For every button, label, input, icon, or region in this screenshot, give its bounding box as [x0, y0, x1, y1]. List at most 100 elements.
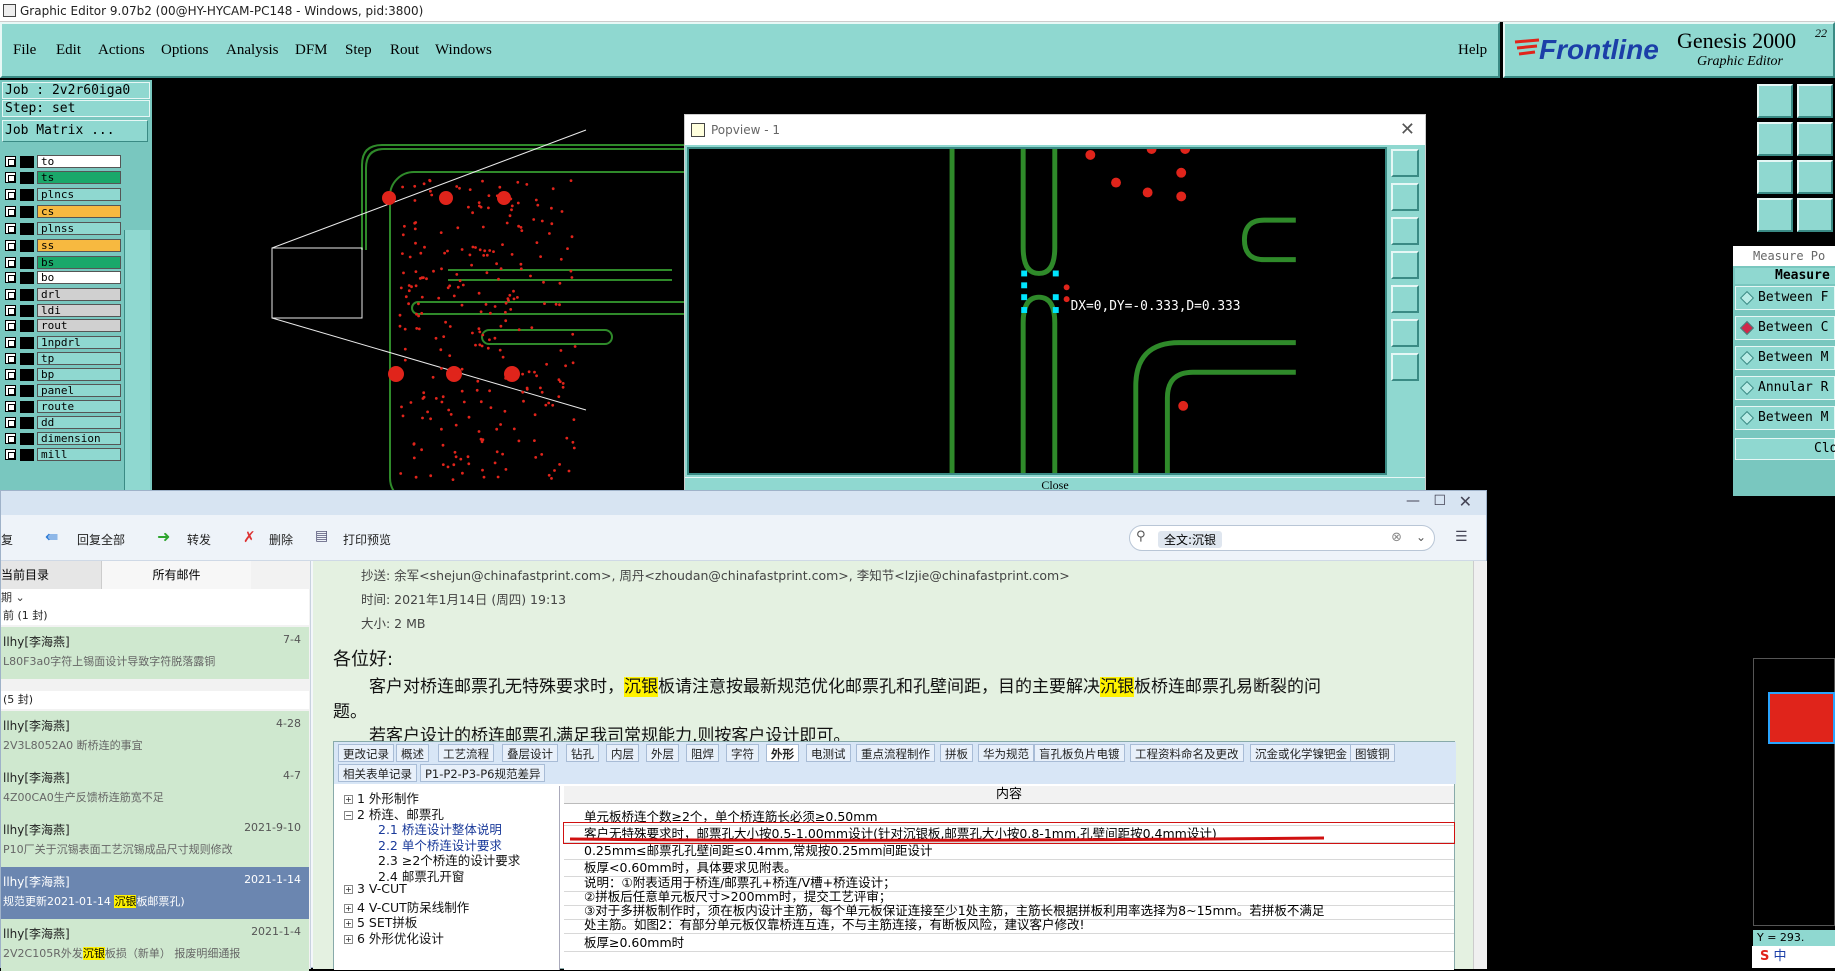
layer-row-cs[interactable]: cs [3, 205, 121, 219]
doc-tab[interactable]: P1-P2-P3-P6规范差异 [420, 764, 546, 782]
menu-options[interactable]: Options [161, 42, 209, 59]
menu-analysis[interactable]: Analysis [226, 42, 279, 59]
doc-tab[interactable]: 钻孔 [566, 744, 599, 762]
layer-checkbox[interactable] [5, 257, 16, 268]
layer-name[interactable]: to [37, 155, 121, 168]
zoom-fit-icon[interactable] [1757, 160, 1793, 194]
layer-row-dd[interactable]: dd [3, 416, 121, 430]
popview-pan-right-icon[interactable] [1391, 285, 1419, 313]
layer-name[interactable]: dd [37, 416, 121, 429]
maximize-icon[interactable]: ☐ [1433, 493, 1446, 509]
doc-tab[interactable]: 外形 [766, 744, 799, 762]
doc-tab[interactable]: 字符 [726, 744, 759, 762]
layer-affected-icon[interactable] [20, 320, 34, 332]
ime-bar[interactable]: S 中 [1752, 946, 1835, 968]
layer-affected-icon[interactable] [20, 449, 34, 461]
layer-checkbox[interactable] [5, 401, 16, 412]
doc-tab[interactable]: 工艺流程 [438, 744, 494, 762]
layer-row-bp[interactable]: bp [3, 368, 121, 382]
minimize-icon[interactable]: — [1406, 493, 1420, 509]
doc-tab[interactable]: 图镀铜 [1350, 744, 1395, 762]
doc-tab[interactable]: 阻焊 [686, 744, 719, 762]
layer-name[interactable]: dimension [37, 432, 121, 445]
doc-tab[interactable]: 重点流程制作 [856, 744, 935, 762]
measure-option[interactable]: Between M [1735, 406, 1835, 430]
popview-pan-left-icon[interactable] [1391, 251, 1419, 279]
pan-down-icon[interactable] [1797, 84, 1833, 118]
layer-row-bo[interactable]: bo [3, 271, 121, 285]
tree-node[interactable]: +3 V-CUT [344, 881, 407, 896]
layer-name[interactable]: drl [37, 288, 121, 301]
message-item[interactable]: llhy[李海燕] 2021-9-10 P10厂关于沉锡表面工艺沉锡成品尺寸规则修改 [1, 815, 309, 867]
layer-checkbox[interactable] [5, 189, 16, 200]
layer-affected-icon[interactable] [20, 189, 34, 201]
layer-checkbox[interactable] [5, 433, 16, 444]
tab-current-folder[interactable]: 当前目录 [1, 561, 101, 589]
layer-affected-icon[interactable] [20, 417, 34, 429]
message-item[interactable]: llhy[李海燕] 2021-1-14 规范更新2021-01-14 沉银板邮票孔) [1, 867, 309, 919]
layer-name[interactable]: panel [37, 384, 121, 397]
layer-name[interactable]: plnss [37, 222, 121, 235]
message-item[interactable]: llhy[李海燕] 4-7 4Z00CA0生产反馈桥连筋宽不足 [1, 763, 309, 815]
close-icon[interactable]: ✕ [1400, 115, 1415, 145]
popview-zoom-in-icon[interactable] [1391, 319, 1419, 347]
pan-left-icon[interactable] [1757, 122, 1793, 156]
layer-row-ldi[interactable]: ldi [3, 304, 121, 318]
popview-close-button[interactable]: Close [685, 477, 1425, 492]
pan-up-icon[interactable] [1757, 84, 1793, 118]
layer-name[interactable]: route [37, 400, 121, 413]
doc-tab[interactable]: 相关表单记录 [338, 764, 417, 782]
layer-row-route[interactable]: route [3, 400, 121, 414]
layer-affected-icon[interactable] [20, 369, 34, 381]
layer-checkbox[interactable] [5, 337, 16, 348]
layer-name[interactable]: bs [37, 256, 121, 269]
close-icon[interactable]: ✕ [1459, 492, 1472, 511]
menu-step[interactable]: Step [345, 42, 372, 59]
job-matrix-button[interactable]: Job Matrix ... [2, 120, 148, 142]
doc-tab[interactable]: 叠层设计 [502, 744, 558, 762]
doc-tab[interactable]: 华为规范 [978, 744, 1034, 762]
layer-checkbox[interactable] [5, 272, 16, 283]
layer-row-plncs[interactable]: plncs [3, 188, 121, 202]
layer-affected-icon[interactable] [20, 433, 34, 445]
layer-row-ss[interactable]: ss [3, 239, 121, 253]
search-options-icon[interactable]: ⌄ [1416, 530, 1426, 544]
layer-name[interactable]: ts [37, 171, 121, 184]
search-box[interactable]: ⚲ 全文:沉银 ⊗ ⌄ [1129, 525, 1435, 551]
layer-checkbox[interactable] [5, 385, 16, 396]
popview-canvas[interactable]: DX=0,DY=-0.333,D=0.333 [687, 147, 1387, 475]
doc-tab[interactable]: 拼板 [940, 744, 973, 762]
layer-affected-icon[interactable] [20, 385, 34, 397]
print-preview-button[interactable]: 打印预览 [343, 531, 391, 548]
snap-tool-icon[interactable] [1797, 198, 1833, 232]
reply-button[interactable]: 复 [1, 531, 13, 548]
layer-affected-icon[interactable] [20, 240, 34, 252]
doc-tab[interactable]: 电测试 [806, 744, 851, 762]
doc-tab[interactable]: 工程资料命名及更改 [1130, 744, 1244, 762]
clear-search-icon[interactable]: ⊗ [1391, 530, 1402, 545]
menu-help[interactable]: Help [1458, 42, 1487, 59]
layer-checkbox[interactable] [5, 223, 16, 234]
measure-option[interactable]: Between F [1735, 286, 1835, 310]
delete-button[interactable]: 删除 [269, 531, 293, 548]
tree-node[interactable]: +6 外形优化设计 [344, 928, 444, 947]
layer-name[interactable]: tp [37, 352, 121, 365]
list-view-icon[interactable]: ☰ [1455, 529, 1468, 545]
layer-name[interactable]: ss [37, 239, 121, 252]
layer-affected-icon[interactable] [20, 172, 34, 184]
tab-all-mail[interactable]: 所有邮件 [101, 561, 251, 589]
layer-checkbox[interactable] [5, 369, 16, 380]
expand-icon[interactable]: + [344, 885, 353, 894]
popview-pan-up-icon[interactable] [1391, 183, 1419, 211]
layer-name[interactable]: plncs [37, 188, 121, 201]
doc-tab[interactable]: 沉金或化学镍钯金 [1250, 744, 1352, 762]
popview-zoom-out-icon[interactable] [1391, 353, 1419, 381]
layer-checkbox[interactable] [5, 206, 16, 217]
layer-checkbox[interactable] [5, 172, 16, 183]
layer-name[interactable]: 1npdrl [37, 336, 121, 349]
measure-option[interactable]: Between M [1735, 346, 1835, 370]
layer-row-rout[interactable]: rout [3, 319, 121, 333]
layer-checkbox[interactable] [5, 156, 16, 167]
layer-affected-icon[interactable] [20, 257, 34, 269]
layer-affected-icon[interactable] [20, 223, 34, 235]
